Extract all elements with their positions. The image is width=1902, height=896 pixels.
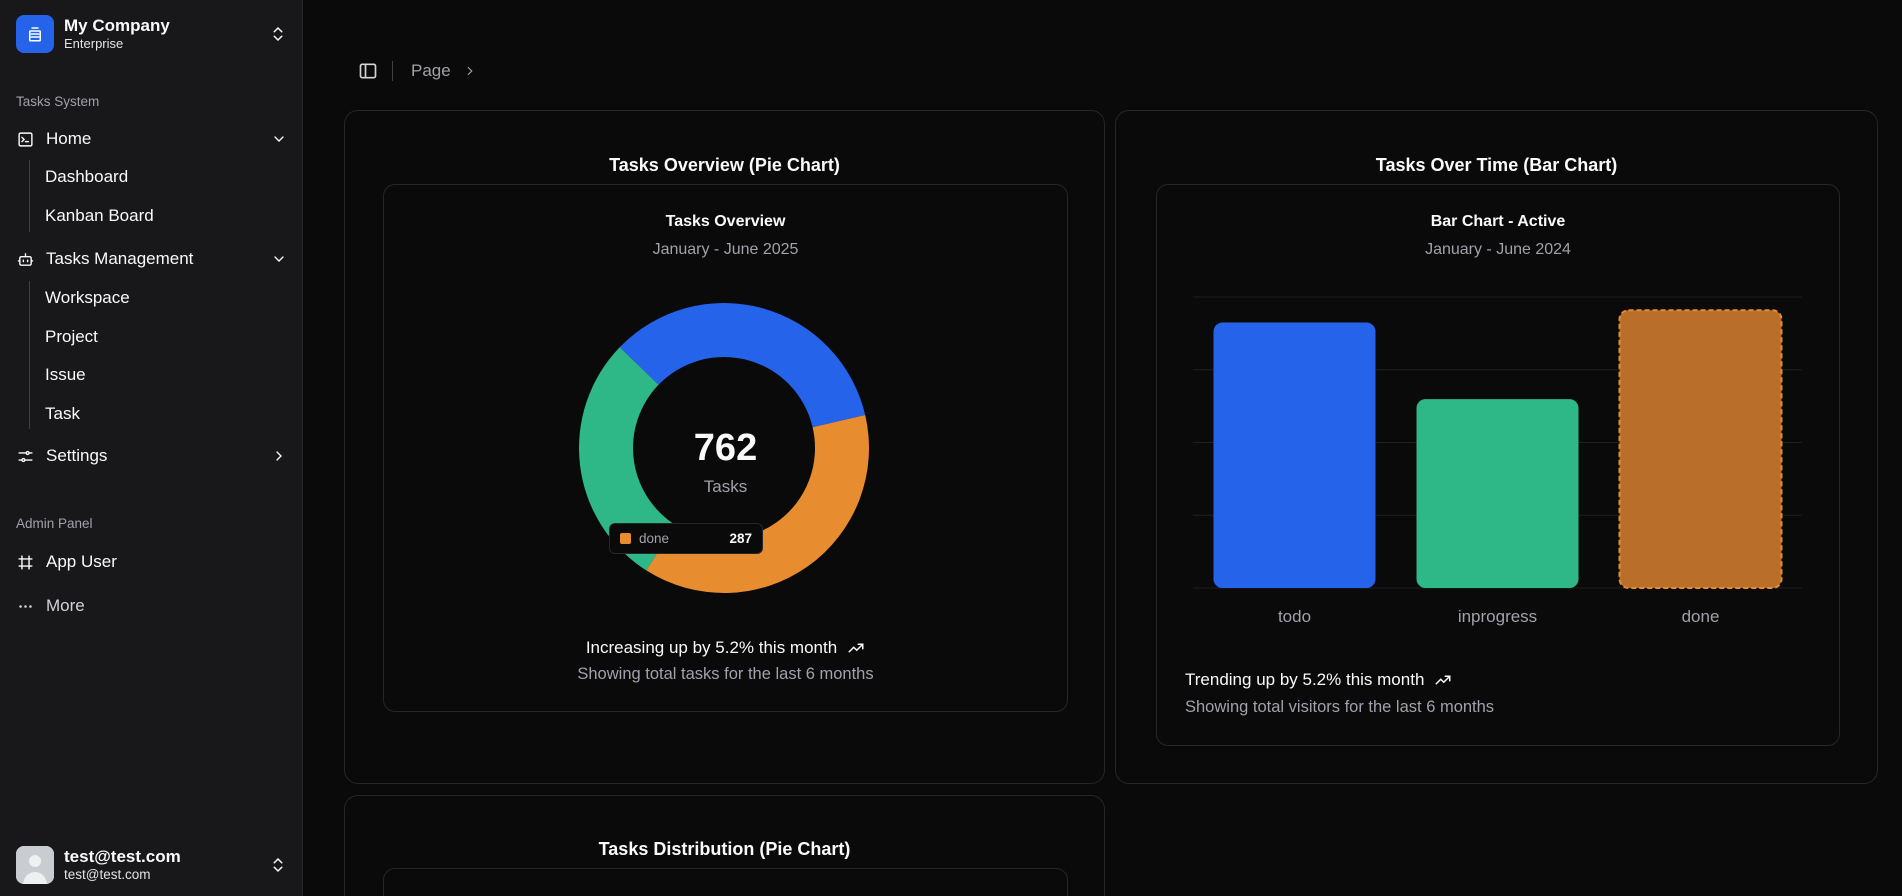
distribution-card: Tasks Distribution (Pie Chart) bbox=[344, 795, 1105, 896]
bar-chart: todo inprogress done bbox=[1193, 296, 1802, 626]
x-tick-label: todo bbox=[1278, 607, 1311, 626]
x-tick-label: inprogress bbox=[1458, 607, 1537, 626]
bar-inprogress[interactable] bbox=[1416, 399, 1579, 588]
card-title: Tasks Distribution (Pie Chart) bbox=[598, 839, 851, 859]
distribution-inner-card bbox=[383, 868, 1068, 896]
bar-todo[interactable] bbox=[1213, 322, 1376, 588]
bar-done[interactable] bbox=[1618, 309, 1783, 589]
x-tick-label: done bbox=[1682, 607, 1720, 626]
